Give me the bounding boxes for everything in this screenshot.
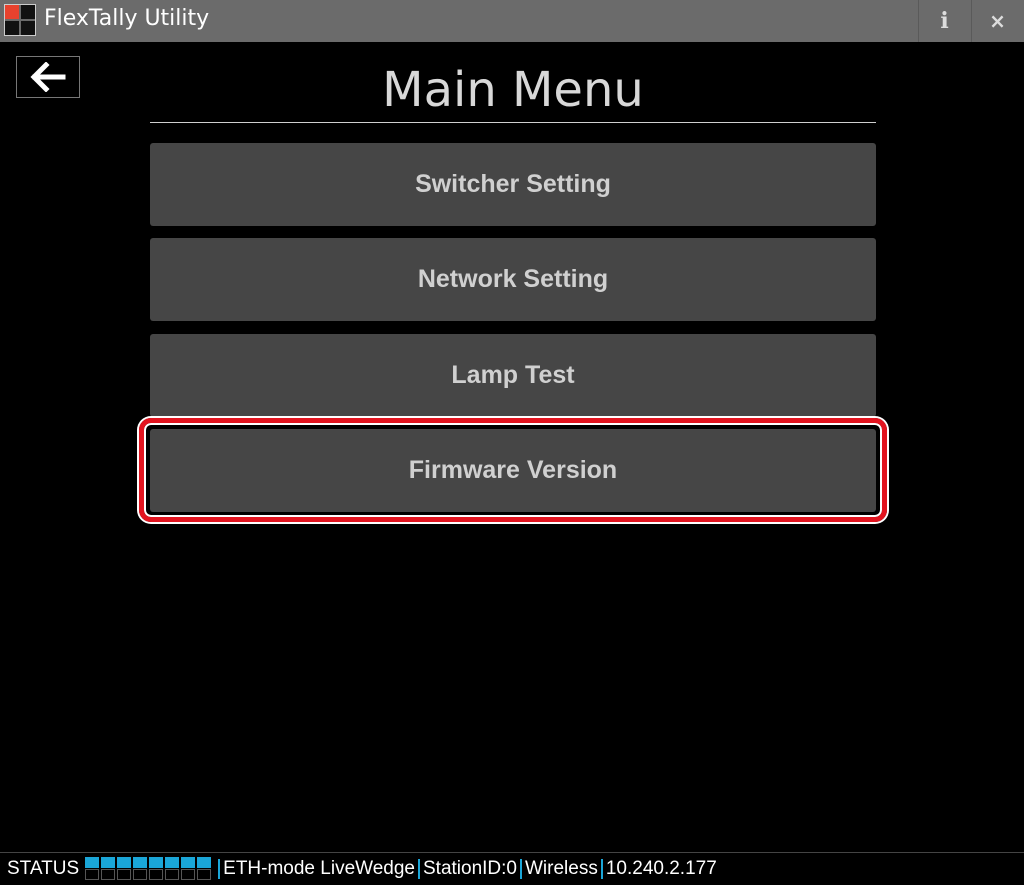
status-led <box>85 857 100 881</box>
status-label: STATUS <box>7 858 80 879</box>
status-bar: STATUS ETH-mode LiveWedge StationID:0 Wi… <box>0 852 1024 885</box>
page-title: Main Menu <box>382 62 644 118</box>
close-button[interactable]: × <box>971 0 1023 42</box>
status-led <box>117 857 132 881</box>
title-divider <box>150 122 876 123</box>
status-eth-mode: ETH-mode LiveWedge <box>223 858 415 879</box>
status-connection: Wireless <box>525 858 598 879</box>
info-button[interactable]: i <box>918 0 970 42</box>
back-button[interactable] <box>16 56 80 98</box>
status-station-id: StationID:0 <box>423 858 517 879</box>
network-setting-button[interactable]: Network Setting <box>150 238 876 321</box>
arrow-left-icon <box>30 62 66 92</box>
firmware-version-button[interactable]: Firmware Version <box>150 429 876 512</box>
window-title: FlexTally Utility <box>44 6 210 31</box>
status-separator <box>520 859 522 879</box>
status-separator <box>218 859 221 879</box>
status-led <box>181 857 196 881</box>
status-separator <box>600 859 603 879</box>
status-leds <box>85 857 212 881</box>
switcher-setting-button[interactable]: Switcher Setting <box>150 143 876 226</box>
app-logo-icon <box>4 4 36 36</box>
status-ip-address: 10.240.2.177 <box>605 858 717 879</box>
lamp-test-button[interactable]: Lamp Test <box>150 334 876 417</box>
status-led <box>101 857 116 881</box>
status-led <box>165 857 180 881</box>
status-led <box>133 857 148 881</box>
title-bar: FlexTally Utility i × <box>0 0 1024 42</box>
status-led <box>197 857 212 881</box>
status-led <box>149 857 164 881</box>
status-separator <box>418 859 420 879</box>
